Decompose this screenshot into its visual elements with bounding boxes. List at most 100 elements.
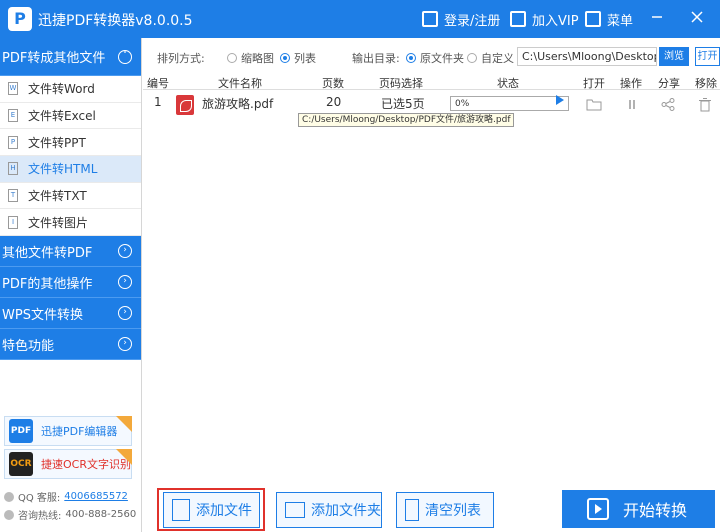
col-open: 打开 — [583, 77, 605, 90]
page-select-link[interactable]: 已选5页 — [381, 95, 425, 112]
col-status: 状态 — [497, 77, 519, 90]
row-pages: 20 — [326, 95, 342, 109]
sidebar-section-pdf-operations[interactable]: PDF的其他操作 › — [0, 267, 141, 299]
sidebar-item-label: 文件转Word — [28, 82, 95, 97]
add-folder-icon — [285, 502, 305, 518]
qq-icon — [4, 491, 14, 502]
image-file-icon: I — [8, 215, 18, 229]
menu-label: 菜单 — [607, 13, 634, 29]
output-path-input[interactable]: C:\Users\Mloong\Desktop — [517, 47, 657, 66]
promo-pdf-editor[interactable]: PDF 迅捷PDF编辑器 — [4, 416, 132, 446]
user-icon — [422, 11, 438, 27]
col-name: 文件名称 — [218, 77, 262, 90]
section-label: 其他文件转PDF — [2, 245, 93, 261]
contact-qq: QQ 客服: 4006685572 — [4, 489, 128, 504]
word-file-icon: W — [8, 82, 18, 96]
close-icon[interactable] — [690, 10, 704, 24]
vip-icon — [510, 11, 526, 27]
output-source-folder-radio[interactable]: 原文件夹 — [406, 50, 464, 66]
sidebar-item-label: 文件转PPT — [28, 135, 86, 150]
row-index: 1 — [154, 95, 162, 109]
sidebar-item-ppt[interactable]: P 文件转PPT — [0, 129, 141, 157]
chevron-right-icon: › — [118, 244, 132, 259]
view-thumbnail-radio[interactable]: 缩略图 — [227, 50, 274, 66]
sidebar-item-excel[interactable]: E 文件转Excel — [0, 103, 141, 130]
phone-label: 咨询热线: — [18, 511, 62, 522]
qq-link[interactable]: 4006685572 — [64, 491, 128, 502]
vip-label: 加入VIP — [532, 13, 579, 29]
radio-icon — [406, 53, 416, 63]
trash-icon[interactable] — [699, 98, 711, 112]
sidebar-item-label: 文件转图片 — [28, 215, 89, 230]
pdf-editor-icon: PDF — [9, 419, 33, 443]
phone-value: 400-888-2560 — [65, 509, 137, 520]
minimize-icon[interactable] — [650, 10, 664, 24]
sidebar-section-pdf-to-other[interactable]: PDF转成其他文件 ˅ — [0, 38, 141, 76]
path-tooltip: C:/Users/Mloong/Desktop/PDF文件/旅游攻略.pdf — [298, 113, 515, 127]
col-index: 编号 — [147, 77, 169, 90]
options-bar: 排列方式: 缩略图 列表 输出目录: 原文件夹 自定义 C:\Users\Mlo… — [143, 45, 720, 69]
txt-file-icon: T — [8, 189, 18, 203]
highlight-box — [157, 488, 265, 531]
pause-icon[interactable] — [627, 98, 637, 111]
pdf-file-icon — [176, 95, 194, 115]
grid-icon — [585, 11, 601, 27]
sidebar: PDF转成其他文件 ˅ W 文件转Word E 文件转Excel P 文件转PPT H… — [0, 38, 142, 532]
login-button[interactable]: 登录/注册 — [422, 9, 500, 29]
browse-button[interactable]: 浏览 — [659, 47, 689, 66]
col-action: 操作 — [620, 77, 642, 90]
col-page-select: 页码选择 — [379, 77, 423, 90]
qq-label: QQ 客服: — [18, 493, 61, 504]
menu-button[interactable]: 菜单 — [585, 9, 633, 29]
sidebar-item-html[interactable]: H 文件转HTML — [0, 156, 141, 183]
col-share: 分享 — [658, 77, 680, 90]
vip-button[interactable]: 加入VIP — [510, 9, 579, 29]
source-folder-label: 原文件夹 — [420, 52, 464, 65]
chevron-right-icon: › — [118, 337, 132, 352]
output-label: 输出目录: — [352, 52, 400, 65]
ppt-file-icon: P — [8, 135, 18, 149]
trash-icon — [405, 499, 419, 521]
start-convert-button[interactable]: 开始转换 — [562, 490, 715, 528]
col-pages: 页数 — [322, 77, 344, 90]
sidebar-section-wps[interactable]: WPS文件转换 › — [0, 298, 141, 330]
row-filename: 旅游攻略.pdf — [202, 97, 274, 111]
sidebar-item-image[interactable]: I 文件转图片 — [0, 209, 141, 237]
add-folder-label: 添加文件夹 — [311, 503, 381, 519]
start-label: 开始转换 — [623, 501, 688, 520]
html-file-icon: H — [8, 162, 18, 176]
play-icon[interactable] — [556, 95, 564, 105]
progress-bar: 0% — [450, 96, 569, 111]
output-custom-radio[interactable]: 自定义 — [467, 50, 514, 66]
play-icon — [587, 498, 609, 520]
share-icon[interactable] — [661, 98, 675, 111]
sidebar-item-word[interactable]: W 文件转Word — [0, 76, 141, 103]
chevron-down-icon: ˅ — [118, 50, 132, 64]
login-label: 登录/注册 — [444, 13, 501, 29]
sidebar-item-txt[interactable]: T 文件转TXT — [0, 183, 141, 210]
open-folder-button[interactable]: 打开 — [695, 47, 720, 66]
phone-icon — [4, 509, 14, 520]
section-label: PDF的其他操作 — [2, 276, 93, 292]
table-header: 编号 文件名称 页数 页码选择 状态 打开 操作 分享 移除 — [143, 74, 720, 90]
custom-label: 自定义 — [481, 52, 514, 65]
promo-ocr[interactable]: OCR 捷速OCR文字识别 — [4, 449, 132, 479]
section-label: PDF转成其他文件 — [2, 51, 106, 66]
sidebar-section-features[interactable]: 特色功能 › — [0, 329, 141, 361]
chevron-right-icon: › — [118, 306, 132, 321]
sidebar-item-label: 文件转HTML — [28, 162, 98, 177]
col-remove: 移除 — [695, 77, 717, 90]
clear-list-button[interactable]: 清空列表 — [396, 492, 494, 528]
add-folder-button[interactable]: 添加文件夹 — [276, 492, 382, 528]
excel-file-icon: E — [8, 109, 18, 123]
view-list-radio[interactable]: 列表 — [280, 50, 316, 66]
sidebar-section-other-to-pdf[interactable]: 其他文件转PDF › — [0, 236, 141, 268]
sidebar-item-label: 文件转TXT — [28, 189, 87, 204]
title-bar: P 迅捷PDF转换器v8.0.0.5 登录/注册 加入VIP 菜单 — [0, 0, 720, 38]
section-label: 特色功能 — [2, 338, 55, 354]
radio-icon — [227, 53, 237, 63]
open-folder-icon[interactable] — [586, 98, 602, 111]
app-logo-icon: P — [8, 7, 32, 31]
thumb-label: 缩略图 — [241, 52, 274, 65]
app-title: 迅捷PDF转换器v8.0.0.5 — [38, 13, 193, 29]
